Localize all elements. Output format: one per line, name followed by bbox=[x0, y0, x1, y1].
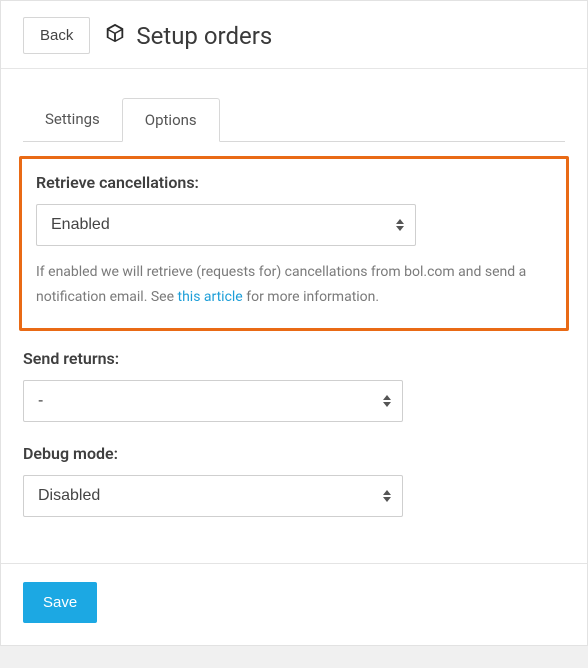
debug-mode-section: Debug mode: Disabled bbox=[23, 444, 565, 517]
tab-options[interactable]: Options bbox=[122, 98, 220, 142]
retrieve-cancellations-label: Retrieve cancellations: bbox=[36, 173, 552, 192]
send-returns-label: Send returns: bbox=[23, 349, 565, 368]
page-title-text: Setup orders bbox=[136, 22, 272, 50]
help-text-after: for more information. bbox=[243, 289, 379, 305]
retrieve-cancellations-select[interactable]: Enabled bbox=[36, 204, 416, 246]
footer: Save bbox=[1, 563, 587, 645]
tab-settings[interactable]: Settings bbox=[23, 98, 122, 141]
debug-mode-select[interactable]: Disabled bbox=[23, 475, 403, 517]
help-article-link[interactable]: this article bbox=[178, 289, 243, 305]
save-button[interactable]: Save bbox=[23, 582, 97, 623]
cube-icon bbox=[104, 22, 126, 50]
retrieve-cancellations-help: If enabled we will retrieve (requests fo… bbox=[36, 260, 552, 310]
page-title: Setup orders bbox=[104, 22, 272, 50]
debug-mode-label: Debug mode: bbox=[23, 444, 565, 463]
tabs: Settings Options bbox=[23, 98, 565, 142]
send-returns-section: Send returns: - bbox=[23, 349, 565, 422]
page-header: Back Setup orders bbox=[1, 1, 587, 69]
retrieve-cancellations-section: Retrieve cancellations: Enabled If enabl… bbox=[19, 156, 569, 331]
send-returns-select[interactable]: - bbox=[23, 380, 403, 422]
back-button[interactable]: Back bbox=[23, 17, 90, 54]
